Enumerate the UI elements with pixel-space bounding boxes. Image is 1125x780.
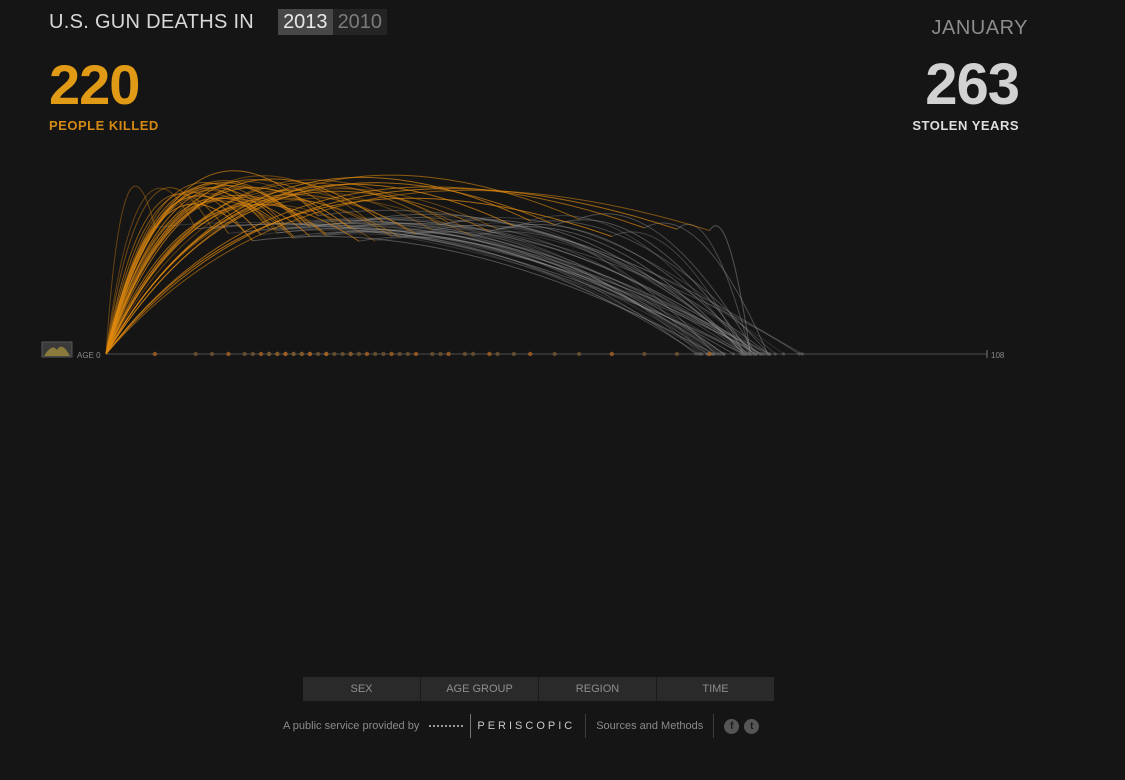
death-dot <box>226 351 231 357</box>
death-dot <box>707 351 712 357</box>
death-dot <box>315 351 321 357</box>
facebook-icon[interactable]: f <box>724 718 740 734</box>
death-dot <box>609 351 614 357</box>
life-end-dot <box>782 352 786 356</box>
filter-sex-button[interactable]: SEX <box>303 677 420 701</box>
credit-text: A public service provided by <box>283 720 420 732</box>
life-end-dot <box>763 352 767 356</box>
death-dot <box>193 351 198 357</box>
filter-region-button[interactable]: REGION <box>538 677 656 701</box>
life-end-dot <box>700 352 704 356</box>
death-dot <box>283 351 288 357</box>
life-end-dot <box>754 352 758 356</box>
life-end-dot <box>742 352 746 356</box>
sources-link[interactable]: Sources and Methods <box>596 720 703 732</box>
death-dot <box>413 351 419 357</box>
life-end-dot <box>731 352 736 356</box>
death-dot <box>674 351 680 357</box>
death-dot <box>291 351 296 357</box>
death-dot <box>209 351 215 357</box>
death-dot <box>275 351 280 357</box>
axis-start-label: AGE 0 <box>77 351 101 360</box>
death-dot <box>389 351 394 357</box>
death-dot <box>364 351 370 357</box>
axis-end-label: 108 <box>991 351 1005 360</box>
victim-arc-stolen <box>285 219 721 355</box>
death-dot <box>528 351 533 357</box>
footer-separator <box>585 714 587 738</box>
death-dot <box>511 351 517 357</box>
death-dot <box>299 351 304 357</box>
victim-arcs <box>105 170 803 355</box>
death-dot <box>332 351 337 357</box>
death-dot <box>381 351 386 357</box>
arc-chart: AGE 0 108 <box>41 170 1005 360</box>
death-dot <box>324 351 329 357</box>
death-dot <box>405 351 410 357</box>
death-dot <box>487 351 492 357</box>
life-end-dot <box>722 352 726 356</box>
death-dot <box>576 351 582 357</box>
footer-separator <box>713 714 715 738</box>
life-end-dot <box>713 352 717 356</box>
filter-time-button[interactable]: TIME <box>656 677 774 701</box>
death-dot <box>258 351 264 357</box>
filter-age-group-button[interactable]: AGE GROUP <box>420 677 538 701</box>
death-dot <box>397 351 402 357</box>
victim-arc-stolen <box>195 223 745 355</box>
life-end-dot <box>716 352 720 356</box>
life-end-dot <box>694 352 698 356</box>
death-dot <box>266 351 272 357</box>
footer: A public service provided by PERISCOPIC … <box>283 713 760 739</box>
death-dot <box>495 351 500 357</box>
death-dot <box>242 351 247 357</box>
life-end-dot <box>766 352 770 356</box>
death-dot <box>152 351 158 357</box>
death-dot <box>430 351 435 357</box>
death-dot <box>340 351 345 357</box>
victim-arc-killed <box>105 175 368 355</box>
victim-arc-stolen <box>350 223 708 355</box>
victim-arc-killed <box>105 189 433 355</box>
death-dot <box>348 351 353 357</box>
periscopic-logo-icon <box>429 725 464 727</box>
death-dot <box>438 351 443 357</box>
life-end-dot <box>748 352 753 356</box>
death-dot <box>307 351 313 357</box>
life-end-dot <box>758 352 762 356</box>
filter-bar: SEX AGE GROUP REGION TIME <box>303 677 774 701</box>
death-dot <box>250 351 255 357</box>
death-dot <box>446 351 451 357</box>
brand-divider <box>470 714 472 738</box>
victim-arc-killed <box>105 185 311 355</box>
mini-chart-toggle[interactable] <box>41 341 73 358</box>
twitter-icon[interactable]: t <box>744 718 760 734</box>
death-dot <box>552 351 557 357</box>
death-dot <box>356 351 362 357</box>
death-dot <box>642 351 647 357</box>
periscopic-link[interactable]: PERISCOPIC <box>477 720 575 732</box>
app-root: U.S. GUN DEATHS IN 2013 2010 220 PEOPLE … <box>0 0 1125 780</box>
death-dot <box>462 351 468 357</box>
death-dot <box>373 351 378 357</box>
life-end-dot <box>800 352 805 356</box>
life-end-dot <box>773 352 777 356</box>
life-end-dot <box>797 352 801 356</box>
death-dot <box>470 351 476 357</box>
